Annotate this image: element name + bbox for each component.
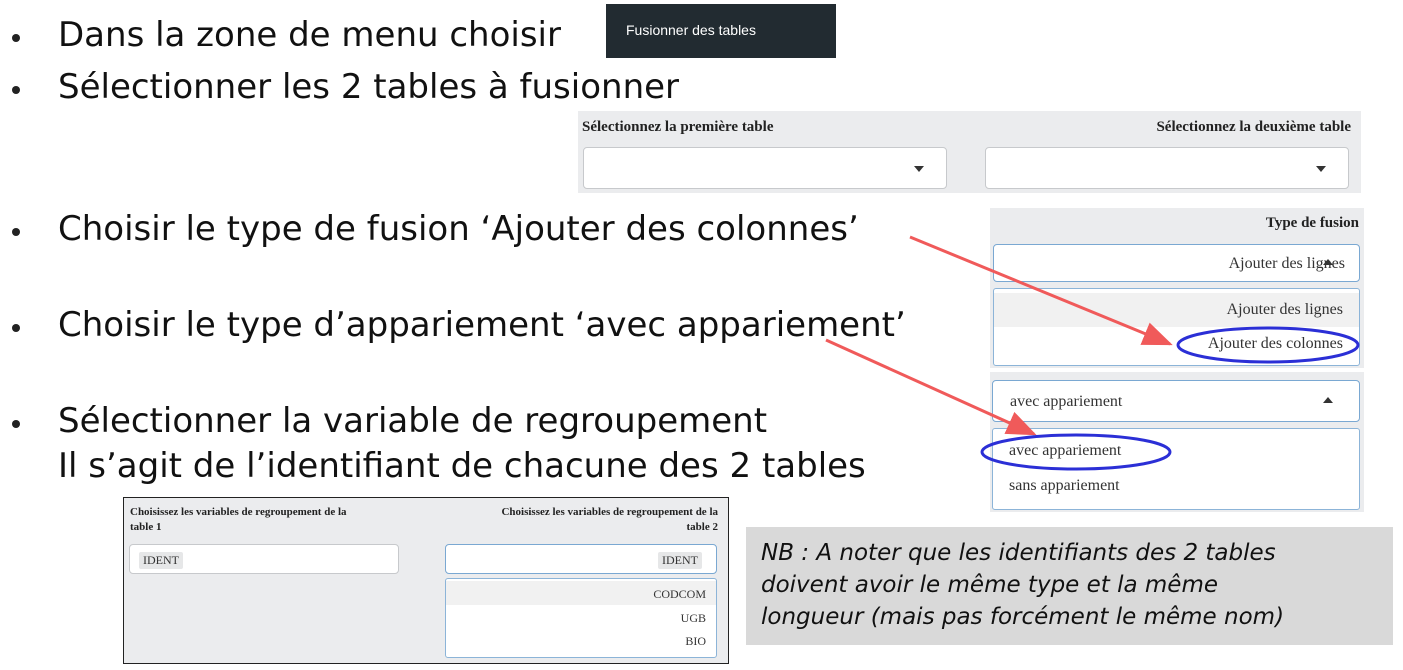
bullet-marker bbox=[12, 420, 20, 428]
instruction-menu: Dans la zone de menu choisir bbox=[58, 15, 561, 55]
instruction-fusion-type: Choisir le type de fusion ‘Ajouter des c… bbox=[58, 209, 859, 249]
instruction-select-tables: Sélectionner les 2 tables à fusionner bbox=[58, 67, 680, 107]
second-table-select[interactable] bbox=[985, 147, 1349, 189]
regroup-table2-dropdown: CODCOM UGB BIO bbox=[445, 578, 717, 658]
regroup-table1-tag: IDENT bbox=[139, 552, 183, 569]
appariement-selected: avec appariement bbox=[1010, 393, 1123, 410]
fusion-type-dropdown: Ajouter des lignes Ajouter des colonnes bbox=[993, 288, 1360, 366]
bullet-marker bbox=[12, 34, 20, 42]
first-table-select[interactable] bbox=[583, 147, 947, 189]
bullet-marker bbox=[12, 228, 20, 236]
note-box: NB : A noter que les identifiants des 2 … bbox=[746, 527, 1393, 645]
appariement-select[interactable]: avec appariement bbox=[992, 380, 1360, 422]
option-bio[interactable]: BIO bbox=[685, 634, 706, 649]
regroup-panel: Choisissez les variables de regroupement… bbox=[123, 497, 729, 664]
appariement-dropdown: avec appariement sans appariement bbox=[992, 428, 1360, 510]
option-avec-appariement[interactable]: avec appariement bbox=[1009, 442, 1121, 460]
select-tables-panel: Sélectionnez la première table Sélection… bbox=[578, 111, 1361, 193]
note-line-1: NB : A noter que les identifiants des 2 … bbox=[761, 540, 1276, 566]
note-line-3: longueur (mais pas forcément le même nom… bbox=[761, 604, 1285, 630]
option-ajouter-colonnes[interactable]: Ajouter des colonnes bbox=[1208, 335, 1343, 353]
chevron-up-icon bbox=[1323, 397, 1333, 403]
option-codcom[interactable]: CODCOM bbox=[653, 587, 706, 602]
fusion-type-select[interactable]: Ajouter des lignes bbox=[993, 244, 1360, 282]
regroup-table1-input[interactable]: IDENT bbox=[129, 544, 399, 574]
fusion-type-label: Type de fusion bbox=[1265, 215, 1359, 231]
chevron-down-icon bbox=[1316, 166, 1326, 172]
merge-tables-menu-button[interactable]: Fusionner des tables bbox=[606, 4, 836, 58]
option-sans-appariement[interactable]: sans appariement bbox=[1009, 477, 1120, 495]
second-table-label: Sélectionnez la deuxième table bbox=[1156, 119, 1351, 135]
note-line-2: doivent avoir le même type et la même bbox=[761, 572, 1219, 598]
regroup-table2-tag: IDENT bbox=[658, 552, 702, 569]
chevron-down-icon bbox=[914, 166, 924, 172]
appariement-panel: avec appariement avec appariement sans a… bbox=[990, 372, 1364, 512]
chevron-up-icon bbox=[1323, 259, 1333, 265]
option-ugb[interactable]: UGB bbox=[681, 611, 706, 626]
fusion-type-panel: Type de fusion Ajouter des lignes Ajoute… bbox=[990, 208, 1364, 368]
instruction-appariement: Choisir le type d’appariement ‘avec appa… bbox=[58, 305, 906, 345]
instruction-identifier: Il s’agit de l’identifiant de chacune de… bbox=[58, 446, 866, 486]
first-table-label: Sélectionnez la première table bbox=[582, 119, 774, 135]
bullet-marker bbox=[12, 324, 20, 332]
regroup-label-table1: Choisissez les variables de regroupement… bbox=[130, 506, 347, 533]
bullet-marker bbox=[12, 86, 20, 94]
option-ajouter-lignes[interactable]: Ajouter des lignes bbox=[1227, 301, 1343, 319]
regroup-label-table2: Choisissez les variables de regroupement… bbox=[501, 506, 718, 533]
regroup-table2-input[interactable]: IDENT bbox=[445, 544, 717, 574]
instruction-regroup-variable: Sélectionner la variable de regroupement bbox=[58, 401, 768, 441]
